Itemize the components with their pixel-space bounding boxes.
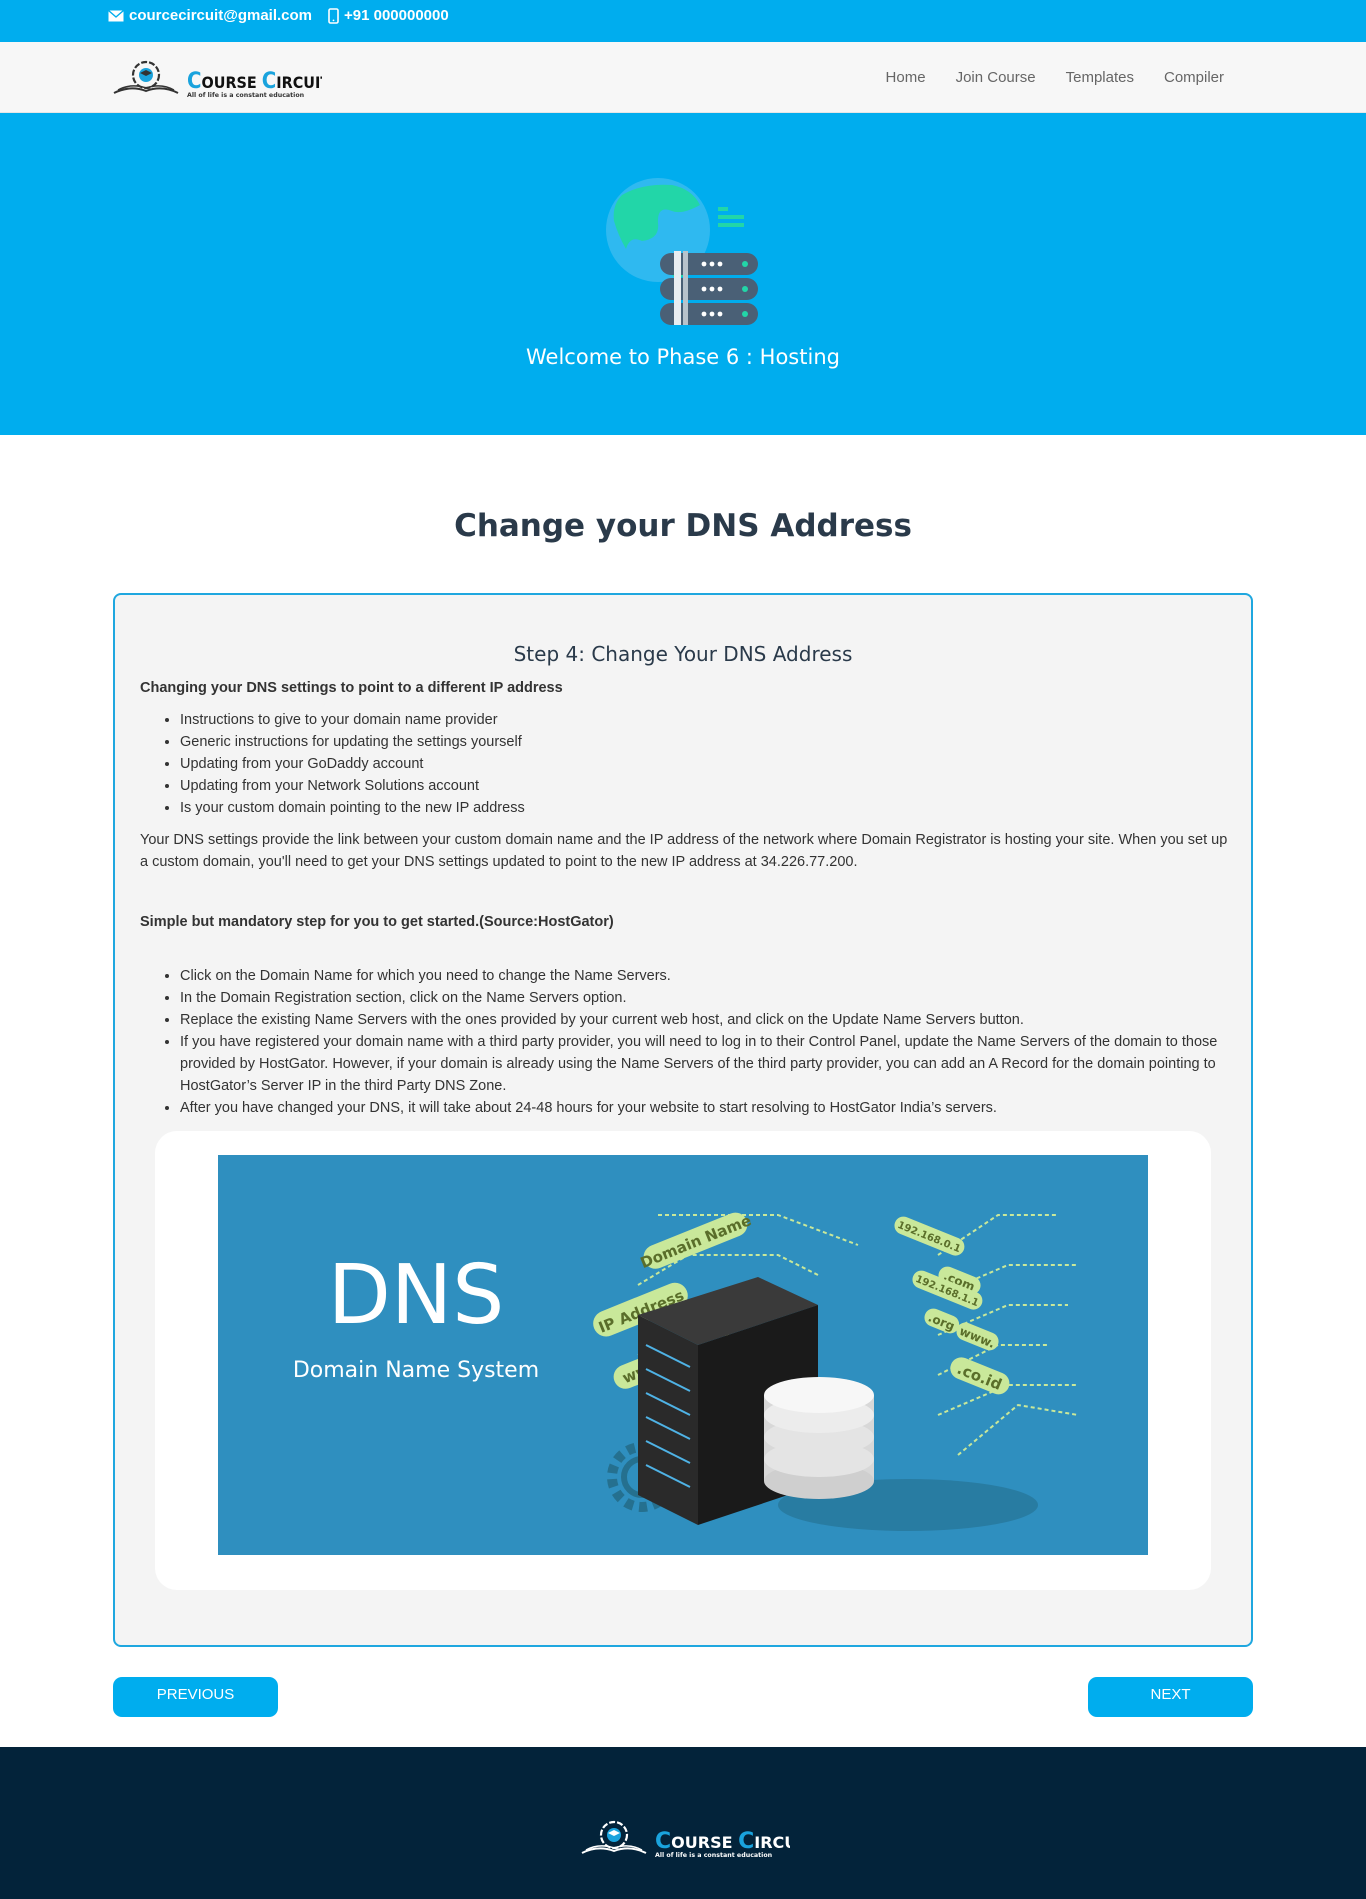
- dns-subtitle: Domain Name System: [293, 1358, 539, 1383]
- envelope-icon: [108, 9, 124, 21]
- footer-logo-wordmark: COURSE CIRCUIT: [655, 1829, 790, 1854]
- list-item: Updating from your GoDaddy account: [180, 753, 1230, 775]
- nav-home[interactable]: Home: [886, 69, 926, 86]
- footer-logo[interactable]: COURSE CIRCUIT All of life is a constant…: [580, 1815, 790, 1861]
- list-item: Replace the existing Name Servers with t…: [180, 1009, 1230, 1031]
- phone-text: +91 000000000: [344, 7, 449, 24]
- nav-links: Home Join Course Templates Compiler: [886, 42, 1224, 113]
- step-title: Step 4: Change Your DNS Address: [513, 642, 853, 666]
- list-item: If you have registered your domain name …: [180, 1031, 1230, 1097]
- instructions-list: Instructions to give to your domain name…: [140, 709, 1230, 819]
- nav-join-course[interactable]: Join Course: [956, 69, 1036, 86]
- image-frame: DNS Domain Name System Domain Name IP Ad…: [155, 1131, 1211, 1590]
- nav-templates[interactable]: Templates: [1066, 69, 1134, 86]
- list-item: Is your custom domain pointing to the ne…: [180, 797, 1230, 819]
- server-stack: [660, 251, 758, 325]
- logo-tagline: All of life is a constant education: [187, 92, 304, 99]
- nav-compiler[interactable]: Compiler: [1164, 69, 1224, 86]
- section-subheading: Changing your DNS settings to point to a…: [140, 680, 563, 696]
- footer: COURSE CIRCUIT All of life is a constant…: [0, 1747, 1366, 1899]
- course-circuit-logo[interactable]: COURSE CIRCUIT All of life is a constant…: [112, 55, 322, 101]
- steps-list: Click on the Domain Name for which you n…: [140, 965, 1230, 1119]
- dns-illustration-graphic: DNS Domain Name System Domain Name IP Ad…: [218, 1155, 1148, 1555]
- list-item: Instructions to give to your domain name…: [180, 709, 1230, 731]
- mandatory-step-heading: Simple but mandatory step for you to get…: [140, 914, 614, 930]
- list-item: Generic instructions for updating the se…: [180, 731, 1230, 753]
- contact-email[interactable]: courcecircuit@gmail.com: [108, 7, 312, 24]
- page-title: Change your DNS Address: [454, 508, 912, 544]
- mobile-icon: [328, 7, 339, 24]
- logo-wordmark: COURSE CIRCUIT: [187, 69, 322, 94]
- top-contact-bar: courcecircuit@gmail.com +91 000000000: [0, 0, 1366, 42]
- dns-illustration: DNS Domain Name System Domain Name IP Ad…: [218, 1155, 1148, 1555]
- email-text: courcecircuit@gmail.com: [129, 7, 313, 24]
- globe-server-icon: [606, 178, 758, 325]
- previous-button[interactable]: PREVIOUS: [113, 1677, 278, 1717]
- list-item: After you have changed your DNS, it will…: [180, 1097, 1230, 1119]
- content-card: Step 4: Change Your DNS Address Changing…: [113, 593, 1253, 1647]
- list-item: Updating from your Network Solutions acc…: [180, 775, 1230, 797]
- main-navbar: COURSE CIRCUIT All of life is a constant…: [0, 42, 1366, 113]
- list-item: In the Domain Registration section, clic…: [180, 987, 1230, 1009]
- dns-big-text: DNS: [328, 1248, 505, 1343]
- list-item: Click on the Domain Name for which you n…: [180, 965, 1230, 987]
- contact-phone[interactable]: +91 000000000: [328, 7, 449, 24]
- dns-description: Your DNS settings provide the link betwe…: [140, 832, 1228, 870]
- next-button[interactable]: NEXT: [1088, 1677, 1253, 1717]
- hero-banner: Welcome to Phase 6 : Hosting: [0, 113, 1366, 435]
- footer-logo-tagline: All of life is a constant education: [655, 1852, 772, 1859]
- card-body: Changing your DNS settings to point to a…: [140, 677, 1230, 1119]
- hero-title: Welcome to Phase 6 : Hosting: [526, 345, 840, 369]
